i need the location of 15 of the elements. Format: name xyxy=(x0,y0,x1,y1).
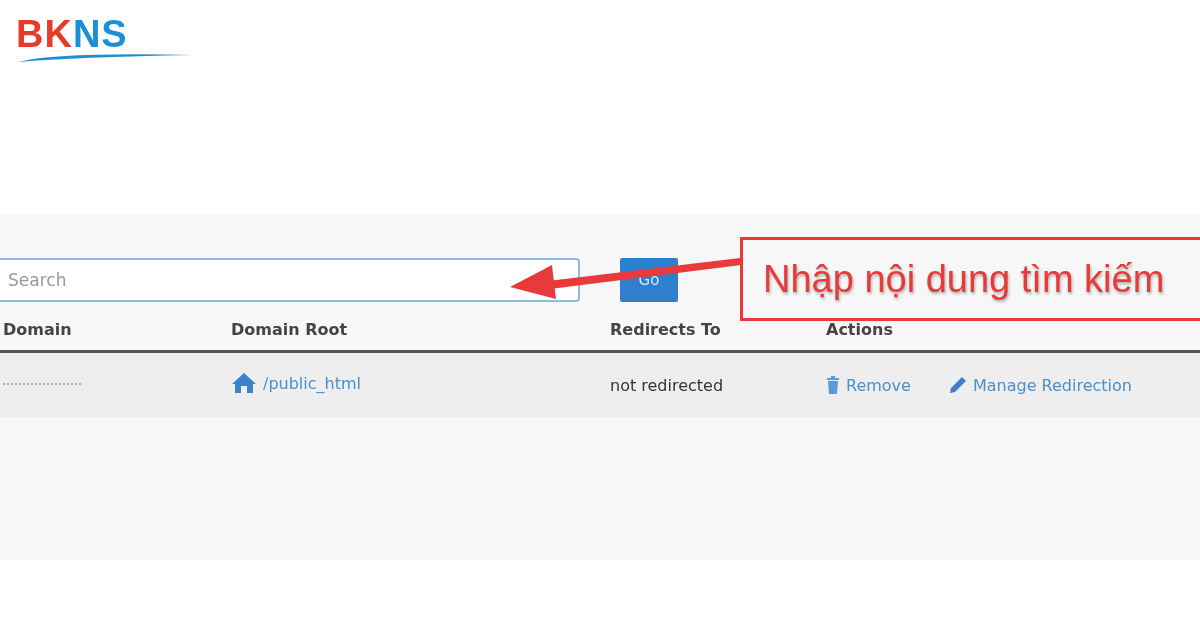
column-header: Domain Root xyxy=(231,319,348,339)
search-field[interactable]: Search xyxy=(0,258,580,302)
column-header: Redirects To xyxy=(610,319,721,339)
callout-text: Nhập nội dung tìm kiếm xyxy=(740,237,1200,321)
redirect-status: not redirected xyxy=(610,375,724,395)
column-header: Domain xyxy=(3,319,72,339)
logo-text: BKNS xyxy=(16,14,128,54)
manage-link[interactable]: Manage Redirection xyxy=(948,375,1132,395)
remove-link[interactable]: Remove xyxy=(826,375,911,395)
pencil-icon xyxy=(948,376,967,394)
trash-icon xyxy=(826,376,840,394)
home-icon xyxy=(231,372,257,394)
column-header: Actions xyxy=(826,319,893,339)
arrow-icon xyxy=(508,255,742,299)
domain-root-link[interactable]: /public_html xyxy=(231,372,361,394)
